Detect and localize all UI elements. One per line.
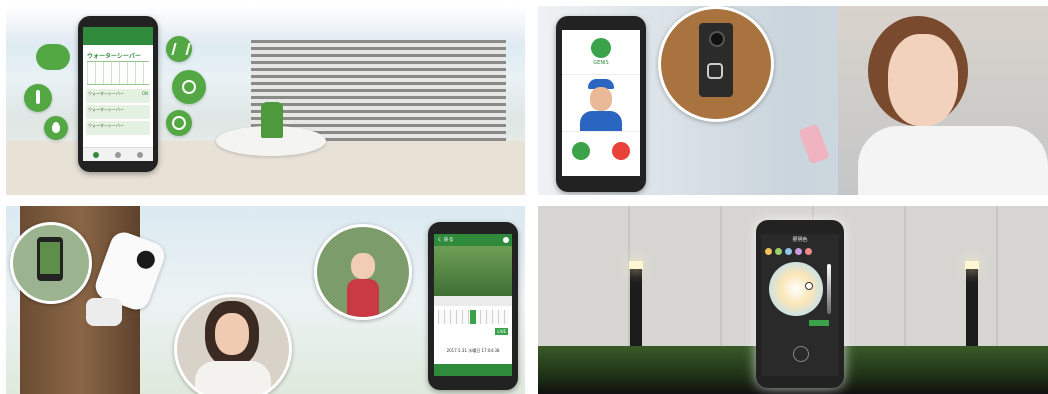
apply-button[interactable] [809, 320, 829, 326]
app-header: 照明色 [792, 237, 808, 243]
play-icon[interactable] [793, 346, 809, 362]
brightness-slider[interactable] [827, 264, 831, 314]
child-inset [314, 224, 412, 320]
light-glow [629, 261, 643, 269]
answer-button[interactable] [572, 142, 590, 160]
garden-light-right [965, 261, 979, 346]
camera-lens-icon [134, 248, 158, 272]
rain-icon [166, 36, 192, 62]
app-screen: ウォーターシーバー ウォーターシーバー ON ウォーターシーバー ウォーターシー… [83, 27, 153, 161]
light-glow [965, 261, 979, 269]
preset-swatch[interactable] [775, 248, 782, 255]
color-presets [765, 248, 835, 256]
timeline-handle[interactable] [470, 310, 476, 324]
list-item[interactable]: ウォーターシーバー [86, 121, 150, 135]
cloud-icon [36, 44, 70, 70]
brand-name: GENIS [593, 60, 609, 66]
smartphone: 照明色 [756, 220, 844, 388]
lighting-app-screen: 照明色 [761, 234, 839, 376]
app-header: く 戻る [434, 234, 512, 246]
list-item-label: ウォーターシーバー [88, 107, 124, 112]
app-title: ウォーターシーバー [87, 53, 141, 60]
water-drop-icon [44, 116, 68, 140]
intercom-screen: GENIS [562, 30, 640, 176]
doorbell-closeup [658, 6, 774, 122]
garden-light-left [629, 261, 643, 346]
pink-smartphone [798, 123, 830, 165]
home-icon[interactable] [93, 152, 99, 158]
settings-icon[interactable] [115, 152, 121, 158]
preset-swatch[interactable] [765, 248, 772, 255]
status-badge: ON [141, 91, 148, 96]
bottom-nav [434, 364, 512, 376]
live-video-feed [434, 246, 512, 296]
bottom-nav [83, 147, 153, 161]
color-wheel[interactable] [769, 262, 823, 316]
preset-swatch[interactable] [785, 248, 792, 255]
decline-button[interactable] [612, 142, 630, 160]
potted-plant [261, 102, 283, 138]
home-camera-banner: く 戻る LIVE 2017.5.31 水曜日 17:04:38 [6, 206, 525, 394]
list-item[interactable]: ウォーターシーバー ON [86, 89, 150, 103]
smart-garden-banner: ウォーターシーバー ウォーターシーバー ON ウォーターシーバー ウォーターシー… [6, 6, 525, 195]
camera-feed [40, 242, 60, 274]
call-button[interactable] [707, 63, 723, 79]
brand-logo-icon [591, 38, 611, 58]
doorbell-device [699, 23, 733, 97]
app-header [83, 27, 153, 45]
schedule-grid [87, 61, 149, 85]
woman-with-phone-inset [174, 294, 292, 394]
visitor-face [590, 87, 612, 111]
woman-body [858, 126, 1048, 195]
preset-swatch[interactable] [795, 248, 802, 255]
video-toolbar [434, 296, 512, 306]
video-doorbell-banner: GENIS [538, 6, 1048, 195]
camera-lens-icon [709, 31, 725, 47]
thermometer-icon [24, 84, 52, 112]
smartphone [37, 237, 63, 281]
sun-icon [172, 70, 206, 104]
close-icon[interactable] [503, 237, 509, 243]
child-body [347, 279, 379, 317]
visitor-video [562, 74, 640, 132]
preset-swatch[interactable] [805, 248, 812, 255]
body [195, 361, 271, 394]
child-face [351, 253, 375, 279]
timer-icon [166, 110, 192, 136]
smartphone: GENIS [556, 16, 646, 192]
garden-lighting-banner: 照明色 [538, 206, 1048, 394]
menu-icon[interactable] [137, 152, 143, 158]
smartphone: く 戻る LIVE 2017.5.31 水曜日 17:04:38 [428, 222, 518, 390]
camera-mount [86, 298, 122, 326]
datetime-readout: 2017.5.31 水曜日 17:04:38 [446, 348, 500, 353]
live-button[interactable]: LIVE [495, 328, 508, 335]
woman-face [888, 34, 958, 126]
list-item[interactable]: ウォーターシーバー [86, 105, 150, 119]
smartphone: ウォーターシーバー ウォーターシーバー ON ウォーターシーバー ウォーターシー… [78, 16, 158, 172]
face [215, 313, 249, 355]
phone-viewing-inset [10, 222, 92, 304]
color-picker-handle[interactable] [805, 282, 813, 290]
list-item-label: ウォーターシーバー [88, 123, 124, 128]
visitor-uniform [580, 111, 622, 131]
list-item-label: ウォーターシーバー [88, 91, 124, 96]
timeline[interactable] [438, 310, 508, 324]
camera-app-screen: く 戻る LIVE 2017.5.31 水曜日 17:04:38 [434, 234, 512, 376]
back-button[interactable]: く 戻る [437, 236, 454, 243]
